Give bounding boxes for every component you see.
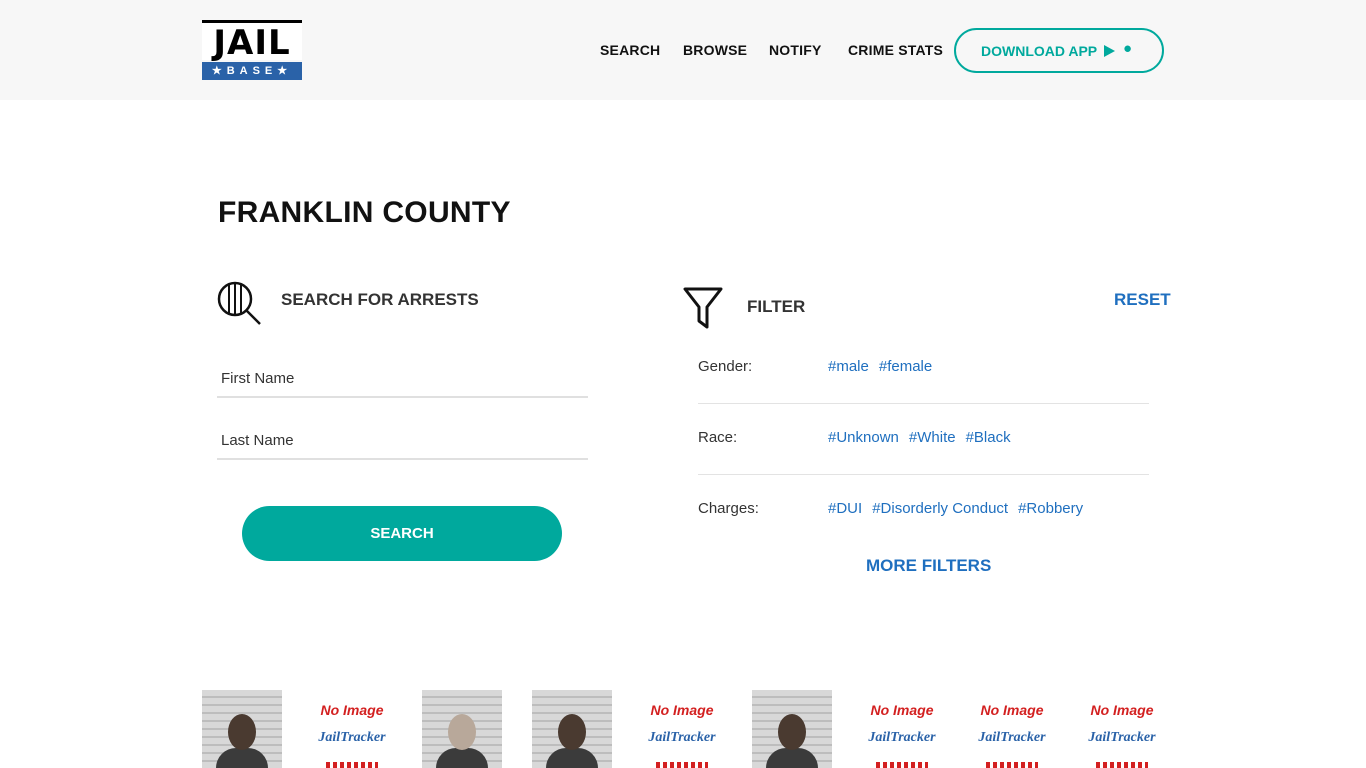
jailtracker-logo: JailTracker: [978, 730, 1046, 745]
nav-search[interactable]: SEARCH: [600, 42, 660, 58]
download-app-button[interactable]: DOWNLOAD APP ●: [954, 28, 1164, 73]
filter-row-charges: Charges: #DUI #Disorderly Conduct #Robbery: [698, 474, 1149, 545]
person-head: [448, 714, 476, 750]
nav-crime-stats[interactable]: CRIME STATS: [848, 42, 943, 58]
apple-icon: ●: [1123, 40, 1133, 57]
placeholder-decoration: [876, 762, 928, 768]
jailtracker-logo: JailTracker: [868, 730, 936, 745]
tag-dui[interactable]: #DUI: [828, 500, 862, 517]
tag-black[interactable]: #Black: [966, 429, 1011, 446]
logo-top: JAIL: [202, 20, 302, 63]
google-play-icon: [1104, 45, 1115, 57]
placeholder-decoration: [1096, 762, 1148, 768]
jailtracker-logo: JailTracker: [1088, 730, 1156, 745]
no-image-thumbnail[interactable]: No Image JailTracker: [642, 690, 722, 768]
mugshot-strip: No Image JailTracker No Image JailTracker No…: [202, 690, 1162, 768]
filter-row-gender: Gender: #male #female: [698, 332, 1149, 404]
person-head: [778, 714, 806, 750]
filter-row-race: Race: #Unknown #White #Black: [698, 403, 1149, 475]
no-image-label: No Image: [1090, 702, 1154, 718]
filter-heading: FILTER: [747, 297, 806, 316]
tag-female[interactable]: #female: [879, 358, 932, 375]
placeholder-decoration: [326, 762, 378, 768]
tag-disorderly-conduct[interactable]: #Disorderly Conduct: [872, 500, 1008, 517]
mugshot-thumbnail[interactable]: [752, 690, 832, 768]
tag-male[interactable]: #male: [828, 358, 869, 375]
search-heading: SEARCH FOR ARRESTS: [281, 290, 479, 309]
logo-subtext: ★BASE★: [202, 62, 302, 80]
no-image-thumbnail[interactable]: No Image JailTracker: [1082, 690, 1162, 768]
person-head: [558, 714, 586, 750]
no-image-label: No Image: [320, 702, 384, 718]
no-image-label: No Image: [650, 702, 714, 718]
filter-icon: [683, 287, 723, 329]
placeholder-decoration: [656, 762, 708, 768]
first-name-input[interactable]: [217, 360, 588, 398]
search-button[interactable]: SEARCH: [242, 506, 562, 561]
more-filters-link[interactable]: MORE FILTERS: [866, 556, 991, 576]
nav-browse[interactable]: BROWSE: [683, 42, 747, 58]
site-header: JAIL ★BASE★ SEARCH BROWSE NOTIFY CRIME S…: [0, 0, 1366, 100]
jailtracker-logo: JailTracker: [648, 730, 716, 745]
filter-label: Race:: [698, 429, 738, 446]
nav-notify[interactable]: NOTIFY: [769, 42, 822, 58]
tag-robbery[interactable]: #Robbery: [1018, 500, 1083, 517]
jailtracker-logo: JailTracker: [318, 730, 386, 745]
no-image-label: No Image: [870, 702, 934, 718]
mugshot-thumbnail[interactable]: [422, 690, 502, 768]
search-icon: [217, 281, 261, 325]
no-image-thumbnail[interactable]: No Image JailTracker: [972, 690, 1052, 768]
filter-label: Gender:: [698, 358, 753, 375]
no-image-thumbnail[interactable]: No Image JailTracker: [312, 690, 392, 768]
tag-white[interactable]: #White: [909, 429, 956, 446]
tag-unknown[interactable]: #Unknown: [828, 429, 899, 446]
jailbase-logo[interactable]: JAIL ★BASE★: [202, 20, 302, 80]
reset-link[interactable]: RESET: [1114, 290, 1171, 310]
download-app-label: DOWNLOAD APP: [981, 43, 1098, 59]
mugshot-thumbnail[interactable]: [532, 690, 612, 768]
no-image-thumbnail[interactable]: No Image JailTracker: [862, 690, 942, 768]
last-name-input[interactable]: [217, 422, 588, 460]
mugshot-thumbnail[interactable]: [202, 690, 282, 768]
placeholder-decoration: [986, 762, 1038, 768]
no-image-label: No Image: [980, 702, 1044, 718]
person-head: [228, 714, 256, 750]
page-title: FRANKLIN COUNTY: [218, 196, 511, 229]
filter-label: Charges:: [698, 500, 759, 517]
logo-text: JAIL: [213, 23, 291, 63]
